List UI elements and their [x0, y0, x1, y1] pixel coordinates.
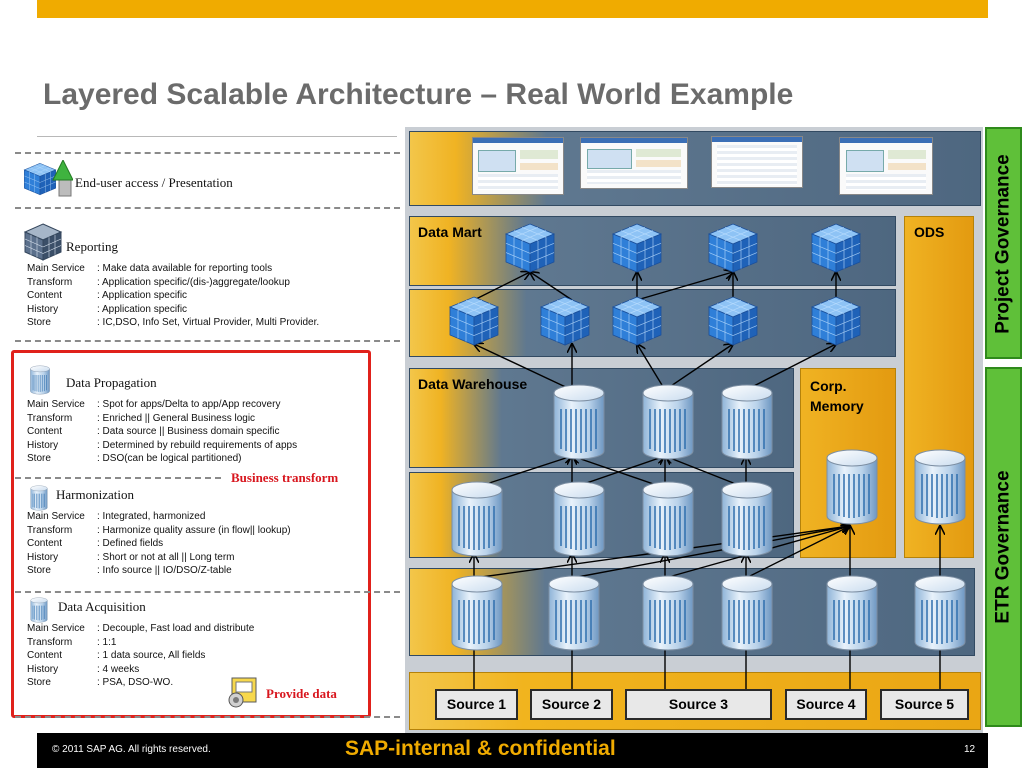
dso-database-icon	[720, 383, 774, 461]
infocube-icon	[707, 222, 759, 274]
source-box-5: Source 5	[880, 689, 969, 720]
infocube-icon	[810, 222, 862, 274]
source-box-4: Source 4	[785, 689, 867, 720]
infocube-icon	[504, 222, 556, 274]
infocube-icon	[707, 295, 759, 347]
source-box-1: Source 1	[435, 689, 518, 720]
infocube-icon	[810, 295, 862, 347]
infocube-icon	[611, 295, 663, 347]
psa-database-icon	[825, 574, 879, 652]
project-governance-bar: Project Governance	[985, 127, 1022, 359]
dso-database-icon	[720, 480, 774, 558]
etr-governance-bar: ETR Governance	[985, 367, 1022, 727]
confidential-label: SAP-internal & confidential	[345, 737, 616, 760]
psa-database-icon	[720, 574, 774, 652]
psa-database-icon	[641, 574, 695, 652]
dso-database-icon	[641, 480, 695, 558]
source-box-3: Source 3	[625, 689, 772, 720]
ods-database-icon	[913, 448, 967, 526]
dso-database-icon	[552, 480, 606, 558]
etr-governance-label: ETR Governance	[992, 470, 1014, 624]
infocube-icon	[448, 295, 500, 347]
psa-database-icon	[450, 574, 504, 652]
dso-database-icon	[641, 383, 695, 461]
corp-memory-database-icon	[825, 448, 879, 526]
dso-database-icon	[450, 480, 504, 558]
flow-arrows	[0, 0, 1024, 690]
source-box-2: Source 2	[530, 689, 613, 720]
psa-database-icon	[547, 574, 601, 652]
dso-database-icon	[552, 383, 606, 461]
project-governance-label: Project Governance	[992, 154, 1014, 334]
copyright-text: © 2011 SAP AG. All rights reserved.	[52, 744, 211, 755]
page-number: 12	[964, 744, 976, 755]
infocube-icon	[539, 295, 591, 347]
psa-database-icon	[913, 574, 967, 652]
infocube-icon	[611, 222, 663, 274]
